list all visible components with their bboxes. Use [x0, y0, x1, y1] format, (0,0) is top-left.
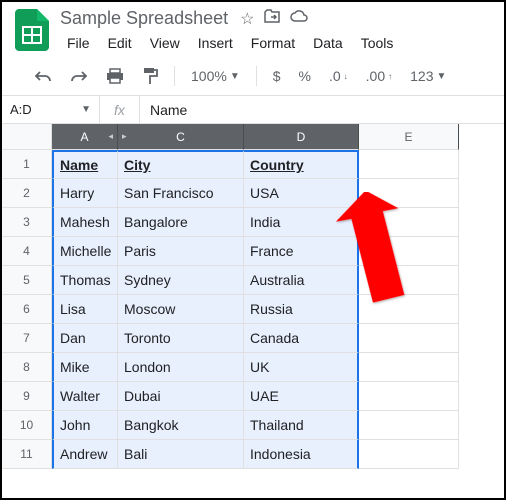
cell[interactable]: Thomas — [52, 266, 118, 295]
cell[interactable]: Canada — [244, 324, 359, 353]
row-header[interactable]: 9 — [2, 382, 52, 411]
cell[interactable] — [359, 266, 459, 295]
fx-label: fx — [100, 96, 140, 123]
menu-tools[interactable]: Tools — [354, 31, 401, 55]
row-header[interactable]: 1 — [2, 150, 52, 179]
cell[interactable]: John — [52, 411, 118, 440]
sheets-logo[interactable] — [12, 10, 52, 50]
cell[interactable]: Russia — [244, 295, 359, 324]
cell[interactable]: France — [244, 237, 359, 266]
increase-decimal-button[interactable]: .00↑ — [360, 64, 398, 88]
cell[interactable]: Dan — [52, 324, 118, 353]
cell[interactable]: Harry — [52, 179, 118, 208]
cell[interactable]: India — [244, 208, 359, 237]
cell[interactable]: Toronto — [118, 324, 244, 353]
cell[interactable]: Moscow — [118, 295, 244, 324]
row-header[interactable]: 7 — [2, 324, 52, 353]
cell[interactable]: Lisa — [52, 295, 118, 324]
cell[interactable]: Thailand — [244, 411, 359, 440]
toolbar: 100% ▼ $ % .0↓ .00↑ 123▼ — [2, 55, 504, 96]
cell[interactable]: Mike — [52, 353, 118, 382]
cell[interactable]: Bangalore — [118, 208, 244, 237]
menu-format[interactable]: Format — [244, 31, 302, 55]
column-headers: A◂ ▸C D E — [2, 124, 504, 150]
cell[interactable]: Australia — [244, 266, 359, 295]
print-icon[interactable] — [100, 64, 130, 88]
cell[interactable]: Indonesia — [244, 440, 359, 469]
cloud-icon[interactable] — [290, 9, 308, 29]
cell[interactable]: Paris — [118, 237, 244, 266]
app-header: Sample Spreadsheet ☆ File Edit View Inse… — [2, 2, 504, 55]
cell[interactable] — [359, 208, 459, 237]
row-header[interactable]: 6 — [2, 295, 52, 324]
paint-format-icon[interactable] — [136, 63, 164, 89]
cell[interactable]: Bali — [118, 440, 244, 469]
row-header[interactable]: 3 — [2, 208, 52, 237]
row-header[interactable]: 2 — [2, 179, 52, 208]
zoom-select[interactable]: 100% ▼ — [185, 64, 246, 88]
row-header[interactable]: 11 — [2, 440, 52, 469]
col-header-D[interactable]: D — [244, 124, 359, 150]
cell[interactable]: City — [118, 150, 244, 179]
move-icon[interactable] — [264, 9, 280, 29]
cell[interactable] — [359, 179, 459, 208]
cell[interactable]: Walter — [52, 382, 118, 411]
cell[interactable]: USA — [244, 179, 359, 208]
number-format-select[interactable]: 123▼ — [404, 64, 452, 88]
cell[interactable]: Andrew — [52, 440, 118, 469]
cell[interactable]: UK — [244, 353, 359, 382]
row-header[interactable]: 10 — [2, 411, 52, 440]
cell[interactable] — [359, 382, 459, 411]
redo-icon[interactable] — [64, 65, 94, 87]
cell[interactable]: UAE — [244, 382, 359, 411]
cell[interactable] — [359, 411, 459, 440]
menu-view[interactable]: View — [143, 31, 187, 55]
cell[interactable] — [359, 237, 459, 266]
star-icon[interactable]: ☆ — [240, 9, 254, 29]
menu-file[interactable]: File — [60, 31, 97, 55]
row-header[interactable]: 5 — [2, 266, 52, 295]
menu-edit[interactable]: Edit — [101, 31, 139, 55]
col-header-E[interactable]: E — [359, 124, 459, 150]
cell[interactable]: Country — [244, 150, 359, 179]
menu-data[interactable]: Data — [306, 31, 350, 55]
formula-bar: A:D▼ fx Name — [2, 96, 504, 124]
cell[interactable]: San Francisco — [118, 179, 244, 208]
cell[interactable]: Michelle — [52, 237, 118, 266]
row-header[interactable]: 8 — [2, 353, 52, 382]
cell[interactable]: London — [118, 353, 244, 382]
percent-button[interactable]: % — [293, 64, 317, 88]
col-header-A[interactable]: A◂ — [52, 124, 118, 150]
formula-input[interactable]: Name — [140, 102, 197, 118]
cell[interactable] — [359, 295, 459, 324]
cell[interactable]: Sydney — [118, 266, 244, 295]
menu-bar: File Edit View Insert Format Data Tools — [60, 31, 494, 55]
cell[interactable]: Dubai — [118, 382, 244, 411]
cell[interactable] — [359, 324, 459, 353]
cell[interactable]: Name — [52, 150, 118, 179]
name-box[interactable]: A:D▼ — [2, 96, 100, 123]
cell[interactable] — [359, 353, 459, 382]
undo-icon[interactable] — [28, 65, 58, 87]
menu-insert[interactable]: Insert — [191, 31, 240, 55]
decrease-decimal-button[interactable]: .0↓ — [323, 64, 354, 88]
cell[interactable] — [359, 440, 459, 469]
grid-body: 1NameCityCountry 2HarrySan FranciscoUSA … — [2, 150, 504, 469]
cell[interactable]: Bangkok — [118, 411, 244, 440]
select-all-corner[interactable] — [2, 124, 52, 150]
currency-button[interactable]: $ — [267, 64, 287, 88]
cell[interactable]: Mahesh — [52, 208, 118, 237]
cell[interactable] — [359, 150, 459, 179]
col-header-C[interactable]: ▸C — [118, 124, 244, 150]
row-header[interactable]: 4 — [2, 237, 52, 266]
doc-title[interactable]: Sample Spreadsheet — [60, 8, 228, 29]
